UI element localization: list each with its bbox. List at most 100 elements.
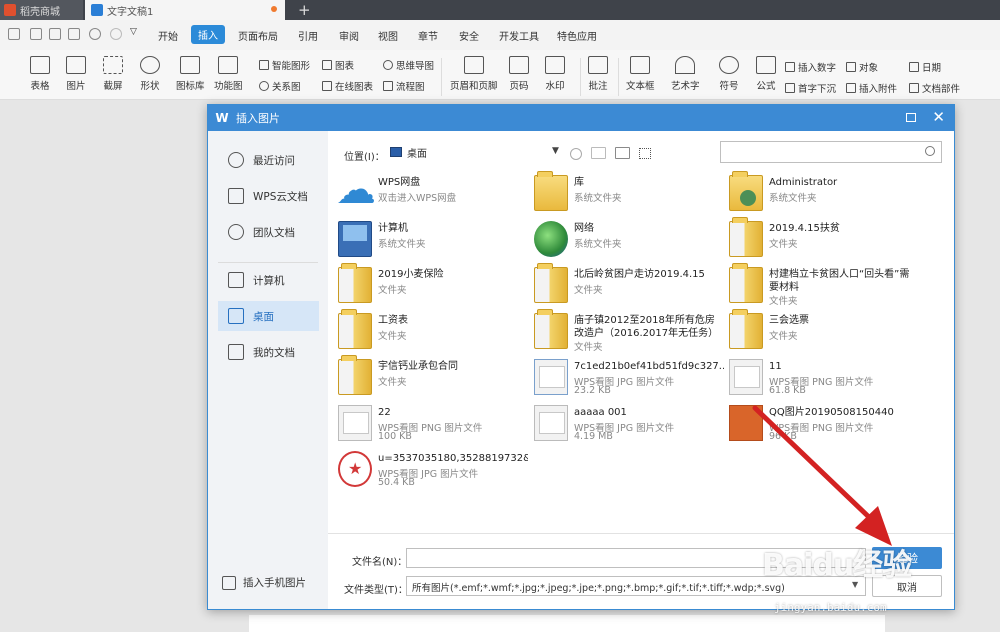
menu-page-layout[interactable]: 页面布局 [238,28,278,43]
relation-chart-icon [259,81,269,91]
list-item[interactable]: 三会选票 文件夹 [721,309,917,355]
sidebar-item-team-docs[interactable]: 团队文档 [218,217,319,247]
close-icon[interactable]: ✕ [932,108,945,126]
customize-chevron-icon[interactable]: ▽ [130,27,142,39]
new-tab-plus-icon[interactable]: + [298,1,311,19]
function-chart-button[interactable]: 功能图 [214,56,243,92]
new-folder-icon[interactable] [615,147,630,159]
date-button[interactable]: 日期 [909,60,941,74]
location-dropdown[interactable]: 桌面 [390,142,562,162]
sidebar-item-computer[interactable]: 计算机 [218,265,319,295]
textbox-button[interactable]: 文本框 [626,56,655,92]
dialog-sidebar: 最近访问 WPS云文档 团队文档 计算机 桌面 我的文档 插入手机图片 [208,131,328,609]
menu-special-apps[interactable]: 特色应用 [557,28,597,43]
list-item[interactable]: u=3537035180,3528819732&... WPS看图 JPG 图片… [330,449,528,493]
list-item[interactable]: WPS网盘 双击进入WPS网盘 [330,167,526,217]
undo-icon[interactable] [89,28,101,40]
baidu-jingyan-watermark: Baidu经验 [762,548,912,583]
chevron-down-icon[interactable]: ▼ [552,146,559,156]
shape-button[interactable]: 形状 [140,56,160,92]
insert-number-icon [785,62,795,72]
new-file-icon[interactable] [8,28,20,40]
object-icon [846,62,856,72]
list-item[interactable]: 2019.4.15扶贫 文件夹 [721,217,917,263]
menu-security[interactable]: 安全 [459,28,479,43]
menu-insert[interactable]: 插入 [191,25,225,44]
menu-reference[interactable]: 引用 [298,28,318,43]
sidebar-item-my-documents[interactable]: 我的文档 [218,337,319,367]
picture-button[interactable]: 图片 [66,56,86,92]
dialog-title-bar[interactable]: W 插入图片 ✕ [208,105,954,131]
list-item[interactable]: QQ图片20190508150440 WPS看图 PNG 图片文件 96 KB [721,403,917,447]
list-item[interactable]: 宇信钙业承包合同 文件夹 [330,355,526,401]
docer-logo-icon [4,4,16,16]
list-item[interactable]: 11 WPS看图 PNG 图片文件 61.8 KB [721,357,917,401]
open-icon[interactable] [30,28,42,40]
sidebar-item-wps-cloud[interactable]: WPS云文档 [218,181,319,211]
menu-dev-tools[interactable]: 开发工具 [499,28,539,43]
online-chart-button[interactable]: 在线图表 [322,79,373,93]
print-icon[interactable] [49,28,61,40]
list-item[interactable]: aaaaa 001 WPS看图 JPG 图片文件 4.19 MB [526,403,722,447]
date-icon [909,62,919,72]
redo-icon[interactable] [110,28,122,40]
list-item[interactable]: 庙子镇2012至2018年所有危房改造户（2016.2017年无任务） 文件夹 [526,309,722,355]
folder-icon [729,309,763,349]
smart-art-button[interactable]: 智能图形 [259,58,310,72]
up-folder-icon[interactable] [591,147,606,159]
menu-start[interactable]: 开始 [158,28,178,43]
list-item[interactable]: 计算机 系统文件夹 [330,219,526,263]
menu-review[interactable]: 审阅 [339,28,359,43]
icon-library-button[interactable]: 图标库 [176,56,205,92]
sidebar-item-recent[interactable]: 最近访问 [218,145,319,175]
list-item[interactable]: 库 系统文件夹 [526,171,722,217]
list-item[interactable]: 2019小麦保险 文件夹 [330,263,526,309]
folder-icon [729,217,763,257]
chart-icon [322,60,332,70]
sidebar-item-desktop[interactable]: 桌面 [218,301,319,331]
ribbon-divider [618,58,619,96]
mind-map-button[interactable]: 思维导图 [383,58,434,72]
table-button[interactable]: 表格 [30,56,50,92]
search-input[interactable] [720,141,942,163]
word-art-button[interactable]: 艺术字 [671,56,700,92]
list-item[interactable]: 7c1ed21b0ef41bd51fd9c327... WPS看图 JPG 图片… [526,357,724,401]
insert-number-button[interactable]: 插入数字 [785,60,836,74]
watermark-button[interactable]: 水印 [545,56,565,92]
doc-parts-button[interactable]: 文档部件 [909,81,960,95]
tab-document[interactable]: 文字文稿1 [85,0,285,20]
screenshot-button[interactable]: 截屏 [103,56,123,92]
relation-chart-button[interactable]: 关系图 [259,79,301,93]
list-item[interactable]: 22 WPS看图 PNG 图片文件 100 KB [330,403,526,447]
maximize-icon[interactable] [906,113,916,122]
save-icon[interactable] [68,28,80,40]
list-item[interactable]: 工资表 文件夹 [330,309,526,355]
search-icon [925,146,935,156]
picture-icon [66,56,86,74]
menu-view[interactable]: 视图 [378,28,398,43]
list-item[interactable]: 北后岭贫困户走访2019.4.15 文件夹 [526,263,722,309]
view-grid-icon[interactable] [639,148,651,159]
image-thumbnail-icon [729,359,763,395]
flowchart-button[interactable]: 流程图 [383,79,425,93]
sidebar-divider [218,262,318,263]
function-chart-icon [218,56,239,74]
symbol-button[interactable]: 符号 [719,56,739,92]
drop-cap-button[interactable]: 首字下沉 [785,81,836,95]
insert-phone-picture-button[interactable]: 插入手机图片 [222,575,306,590]
attachment-button[interactable]: 插入附件 [846,81,897,95]
header-footer-button[interactable]: 页眉和页脚 [450,56,498,92]
document-page[interactable] [249,615,885,632]
formula-button[interactable]: 公式 [756,56,776,92]
list-item[interactable]: Administrator 系统文件夹 [721,171,917,217]
page-number-button[interactable]: 页码 [509,56,529,92]
wps-logo-icon: W [215,111,229,125]
list-item[interactable]: 村建档立卡贫困人口“回头看”需要材料 文件夹 [721,263,917,309]
menu-chapter[interactable]: 章节 [418,28,438,43]
comment-button[interactable]: 批注 [588,56,608,92]
chart-button[interactable]: 图表 [322,58,354,72]
tab-docer-store[interactable]: 稻壳商城 [0,0,83,20]
back-icon[interactable] [570,148,582,160]
list-item[interactable]: 网络 系统文件夹 [526,219,722,263]
object-button[interactable]: 对象 [846,60,878,74]
